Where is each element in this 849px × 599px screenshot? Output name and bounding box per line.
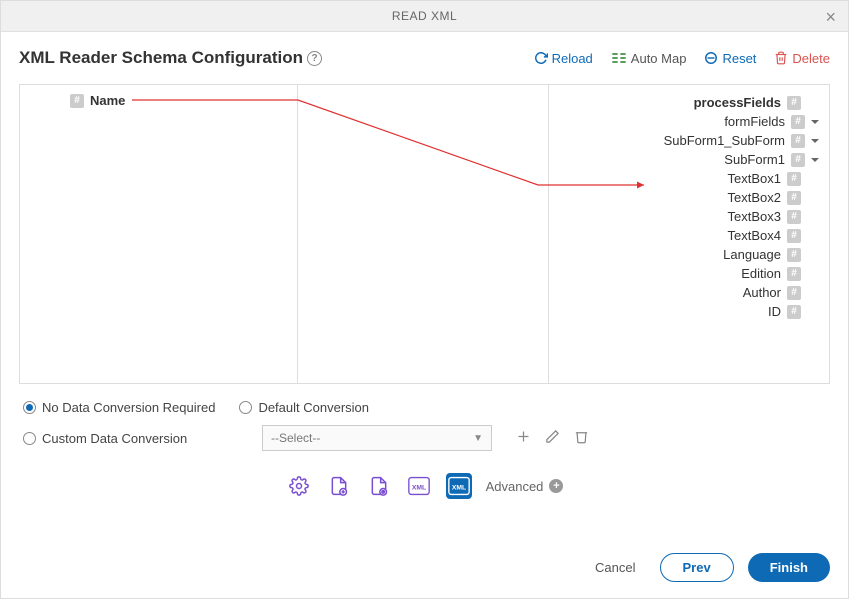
prev-button[interactable]: Prev [660, 553, 734, 582]
xml-tab-1[interactable]: XML [406, 473, 432, 499]
hash-icon: # [791, 134, 805, 148]
reset-button[interactable]: Reset [704, 51, 756, 66]
radio-custom-conversion[interactable]: Custom Data Conversion [23, 431, 238, 446]
source-pane: # Name [20, 85, 298, 383]
hash-icon: # [791, 153, 805, 167]
svg-text:XML: XML [411, 484, 425, 491]
close-icon[interactable]: × [825, 7, 836, 28]
reload-icon [534, 51, 548, 65]
hash-icon: # [787, 96, 801, 110]
tree-edition[interactable]: Edition # [553, 264, 821, 283]
hash-icon: # [787, 172, 801, 186]
add-icon[interactable] [516, 429, 531, 447]
automap-button[interactable]: Auto Map [611, 51, 687, 66]
hash-icon: # [70, 94, 84, 108]
radio-icon [239, 401, 252, 414]
tree-id[interactable]: ID # [553, 302, 821, 321]
file-in-tab[interactable] [366, 473, 392, 499]
chevron-down-icon[interactable] [809, 116, 821, 128]
trash-icon [774, 51, 788, 65]
tree-textbox1[interactable]: TextBox1 # [553, 169, 821, 188]
chevron-down-icon[interactable] [809, 154, 821, 166]
tree-textbox2[interactable]: TextBox2 # [553, 188, 821, 207]
hash-icon: # [787, 248, 801, 262]
mapping-canvas [298, 85, 549, 383]
radio-icon [23, 401, 36, 414]
hash-icon: # [787, 305, 801, 319]
delete-button[interactable]: Delete [774, 51, 830, 66]
chevron-down-icon: ▼ [473, 433, 483, 444]
edit-icon[interactable] [545, 429, 560, 447]
cancel-button[interactable]: Cancel [585, 554, 645, 581]
hash-icon: # [787, 229, 801, 243]
hash-icon: # [787, 267, 801, 281]
conversion-select[interactable]: --Select-- ▼ [262, 425, 492, 451]
titlebar: READ XML × [1, 1, 848, 32]
page-heading: XML Reader Schema Configuration ? [19, 48, 322, 68]
hash-icon: # [787, 286, 801, 300]
xml-icon: XML [408, 476, 430, 496]
settings-tab[interactable] [286, 473, 312, 499]
hash-icon: # [791, 115, 805, 129]
tree-subform1[interactable]: SubForm1 # [553, 150, 821, 169]
file-out-icon [329, 476, 349, 496]
file-out-tab[interactable] [326, 473, 352, 499]
tree-textbox3[interactable]: TextBox3 # [553, 207, 821, 226]
file-in-icon [369, 476, 389, 496]
mapping-area: # Name processFields # [19, 84, 830, 384]
automap-icon [611, 51, 627, 65]
gear-icon [289, 476, 309, 496]
tree-subform1-subform[interactable]: SubForm1_SubForm # [553, 131, 821, 150]
tree-formfields[interactable]: formFields # [553, 112, 821, 131]
target-pane: processFields # formFields # SubForm1_Su… [549, 85, 829, 383]
chevron-down-icon[interactable] [809, 135, 821, 147]
tree-author[interactable]: Author # [553, 283, 821, 302]
help-icon[interactable]: ? [307, 51, 322, 66]
tree-processfields[interactable]: processFields # [553, 93, 821, 112]
tree-language[interactable]: Language # [553, 245, 821, 264]
reload-button[interactable]: Reload [534, 51, 593, 66]
heading-text: XML Reader Schema Configuration [19, 48, 303, 68]
advanced-toggle[interactable]: Advanced + [486, 479, 564, 494]
reset-icon [704, 51, 718, 65]
plus-circle-icon: + [549, 479, 563, 493]
hash-icon: # [787, 210, 801, 224]
dialog-title: READ XML [392, 9, 457, 23]
radio-no-conversion[interactable]: No Data Conversion Required [23, 400, 215, 415]
tree-textbox4[interactable]: TextBox4 # [553, 226, 821, 245]
trash-icon[interactable] [574, 429, 589, 447]
radio-default-conversion[interactable]: Default Conversion [239, 400, 369, 415]
hash-icon: # [787, 191, 801, 205]
xml-icon: XML [448, 476, 470, 496]
radio-icon [23, 432, 36, 445]
svg-text:XML: XML [451, 484, 465, 491]
finish-button[interactable]: Finish [748, 553, 830, 582]
xml-tab-2[interactable]: XML [446, 473, 472, 499]
source-field-name[interactable]: # Name [20, 85, 297, 112]
